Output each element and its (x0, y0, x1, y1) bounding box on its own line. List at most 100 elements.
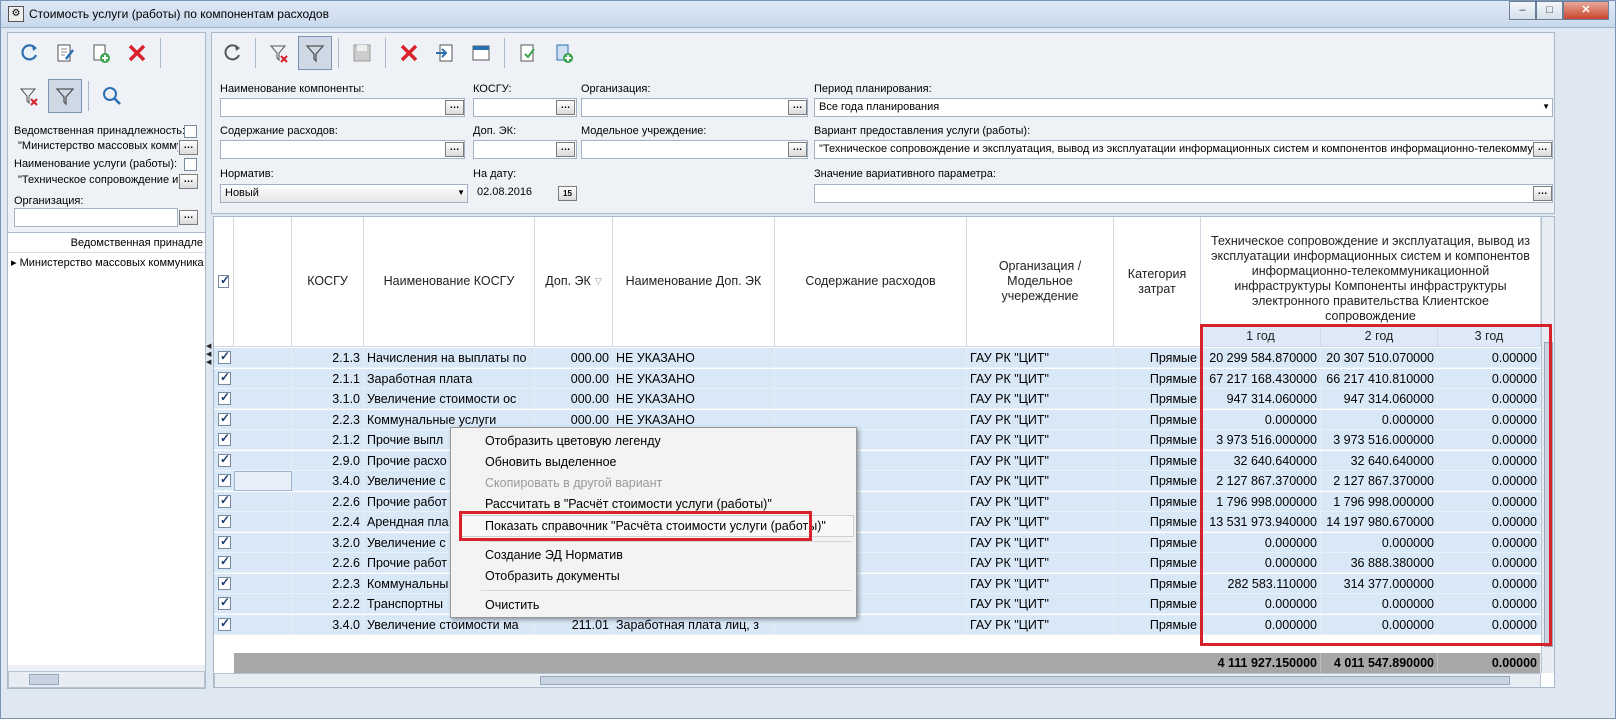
row-org[interactable]: ГАУ РК "ЦИТ" (967, 532, 1114, 553)
header-org[interactable]: Организация / Модельное учереждение (967, 217, 1114, 347)
row-dopek[interactable]: 000.00 (535, 389, 613, 409)
row-checkbox[interactable] (218, 554, 231, 569)
row-indicator-cell[interactable] (234, 368, 292, 389)
row-kat[interactable]: Прямые (1114, 614, 1201, 635)
check-doc-icon[interactable] (511, 36, 545, 70)
header-kosgu[interactable]: КОСГУ (292, 217, 364, 347)
row-org[interactable]: ГАУ РК "ЦИТ" (967, 491, 1114, 512)
row-indicator-cell[interactable] (234, 491, 292, 512)
row-org[interactable]: ГАУ РК "ЦИТ" (967, 553, 1114, 573)
maximize-button[interactable]: □ (1536, 1, 1563, 20)
grid-scroll-thumb[interactable] (540, 676, 1510, 685)
row-dopek-name[interactable]: НЕ УКАЗАНО (613, 368, 775, 389)
row-indicator-cell[interactable] (234, 512, 292, 532)
org-field[interactable] (581, 98, 808, 117)
row-kat[interactable]: Прямые (1114, 594, 1201, 614)
row-indicator-cell[interactable] (234, 471, 292, 491)
row-soderzh[interactable] (775, 368, 967, 389)
save-icon[interactable] (345, 36, 379, 70)
export-icon[interactable] (428, 36, 462, 70)
znach-dots-button[interactable]: … (1533, 186, 1552, 201)
usluga-checkbox[interactable] (184, 158, 197, 171)
left-org-dots-button[interactable]: … (179, 210, 198, 225)
row-org[interactable]: ГАУ РК "ЦИТ" (967, 389, 1114, 409)
header-dopek-name[interactable]: Наименование Доп. ЭК (613, 217, 775, 347)
model-dots-button[interactable]: … (788, 142, 807, 157)
window-icon[interactable] (464, 36, 498, 70)
row-checkbox[interactable] (218, 575, 231, 590)
row-kosgu[interactable]: 2.1.3 (292, 348, 364, 368)
row-org[interactable]: ГАУ РК "ЦИТ" (967, 471, 1114, 491)
left-horizontal-scrollbar[interactable] (8, 671, 205, 688)
minimize-button[interactable]: – (1509, 1, 1536, 20)
add-doc-icon[interactable] (84, 36, 118, 70)
row-indicator-cell[interactable] (234, 553, 292, 573)
filter-icon[interactable] (48, 79, 82, 113)
tree-item[interactable]: ▸ Министерство массовых коммуника (8, 254, 205, 272)
row-checkbox[interactable] (218, 595, 231, 610)
row-checkbox[interactable] (218, 472, 231, 487)
row-checkbox[interactable] (218, 534, 231, 549)
row-kosgu-name[interactable]: Начисления на выплаты по (364, 348, 535, 368)
row-kosgu[interactable]: 3.2.0 (292, 532, 364, 553)
header-kat[interactable]: Категория затрат (1114, 217, 1201, 347)
delete-icon[interactable] (392, 36, 426, 70)
row-kat[interactable]: Прямые (1114, 471, 1201, 491)
row-kat[interactable]: Прямые (1114, 430, 1201, 450)
search-icon[interactable] (95, 79, 129, 113)
close-window-button[interactable]: ✕ (1563, 1, 1609, 20)
row-checkbox[interactable] (218, 390, 231, 405)
row-kosgu[interactable]: 2.2.4 (292, 512, 364, 532)
row-indicator-cell[interactable] (234, 409, 292, 430)
row-kosgu[interactable]: 2.2.6 (292, 553, 364, 573)
row-kat[interactable]: Прямые (1114, 389, 1201, 409)
org-dots-button[interactable]: … (788, 100, 807, 115)
row-kat[interactable]: Прямые (1114, 512, 1201, 532)
row-kat[interactable]: Прямые (1114, 368, 1201, 389)
variant-field[interactable]: "Техническое сопровождение и эксплуатаци… (814, 140, 1553, 159)
row-soderzh[interactable] (775, 389, 967, 409)
row-checkbox[interactable] (218, 452, 231, 467)
row-kosgu[interactable]: 3.4.0 (292, 471, 364, 491)
dopek-dots-button[interactable]: … (556, 142, 575, 157)
header-dopek[interactable]: Доп. ЭК ▽ (535, 217, 613, 347)
row-org[interactable]: ГАУ РК "ЦИТ" (967, 368, 1114, 389)
row-indicator-cell[interactable] (234, 532, 292, 553)
usluga-field[interactable]: "Техническое сопровождение и (14, 172, 178, 191)
row-indicator-cell[interactable] (234, 450, 292, 471)
edit-doc-icon[interactable] (48, 36, 82, 70)
refresh-icon[interactable] (215, 36, 249, 70)
row-org[interactable]: ГАУ РК "ЦИТ" (967, 409, 1114, 430)
row-checkbox[interactable] (218, 370, 231, 385)
row-indicator-cell[interactable] (234, 389, 292, 409)
row-kosgu[interactable]: 2.2.3 (292, 573, 364, 594)
row-indicator-cell[interactable] (234, 430, 292, 450)
dropdown-arrow-icon[interactable]: ▼ (1542, 102, 1550, 111)
row-checkbox[interactable] (218, 411, 231, 426)
row-org[interactable]: ГАУ РК "ЦИТ" (967, 430, 1114, 450)
row-kat[interactable]: Прямые (1114, 553, 1201, 573)
row-kosgu[interactable]: 2.1.2 (292, 430, 364, 450)
row-kosgu[interactable]: 2.2.2 (292, 594, 364, 614)
clear-filter-icon[interactable] (262, 36, 296, 70)
normativ-select[interactable]: Новый ▼ (220, 184, 468, 203)
row-kosgu[interactable]: 2.2.6 (292, 491, 364, 512)
left-org-field[interactable] (14, 208, 178, 227)
row-kat[interactable]: Прямые (1114, 532, 1201, 553)
variant-dots-button[interactable]: … (1533, 142, 1552, 157)
soderzh-dots-button[interactable]: … (445, 142, 464, 157)
row-checkbox[interactable] (218, 513, 231, 528)
row-kosgu-name[interactable]: Заработная плата (364, 368, 535, 389)
vedomstv-field[interactable]: "Министерство массовых комму (14, 138, 178, 157)
row-kat[interactable]: Прямые (1114, 450, 1201, 471)
period-select[interactable]: Все года планирования ▼ (814, 98, 1553, 117)
grid-horizontal-scrollbar[interactable] (214, 673, 1541, 687)
row-checkbox[interactable] (218, 349, 231, 364)
row-org[interactable]: ГАУ РК "ЦИТ" (967, 594, 1114, 614)
row-kat[interactable]: Прямые (1114, 409, 1201, 430)
refresh-icon[interactable] (12, 36, 46, 70)
komp-field[interactable] (220, 98, 465, 117)
model-field[interactable] (581, 140, 808, 159)
row-dopek-name[interactable]: НЕ УКАЗАНО (613, 348, 775, 368)
vedomstv-dots-button[interactable]: … (179, 140, 198, 155)
